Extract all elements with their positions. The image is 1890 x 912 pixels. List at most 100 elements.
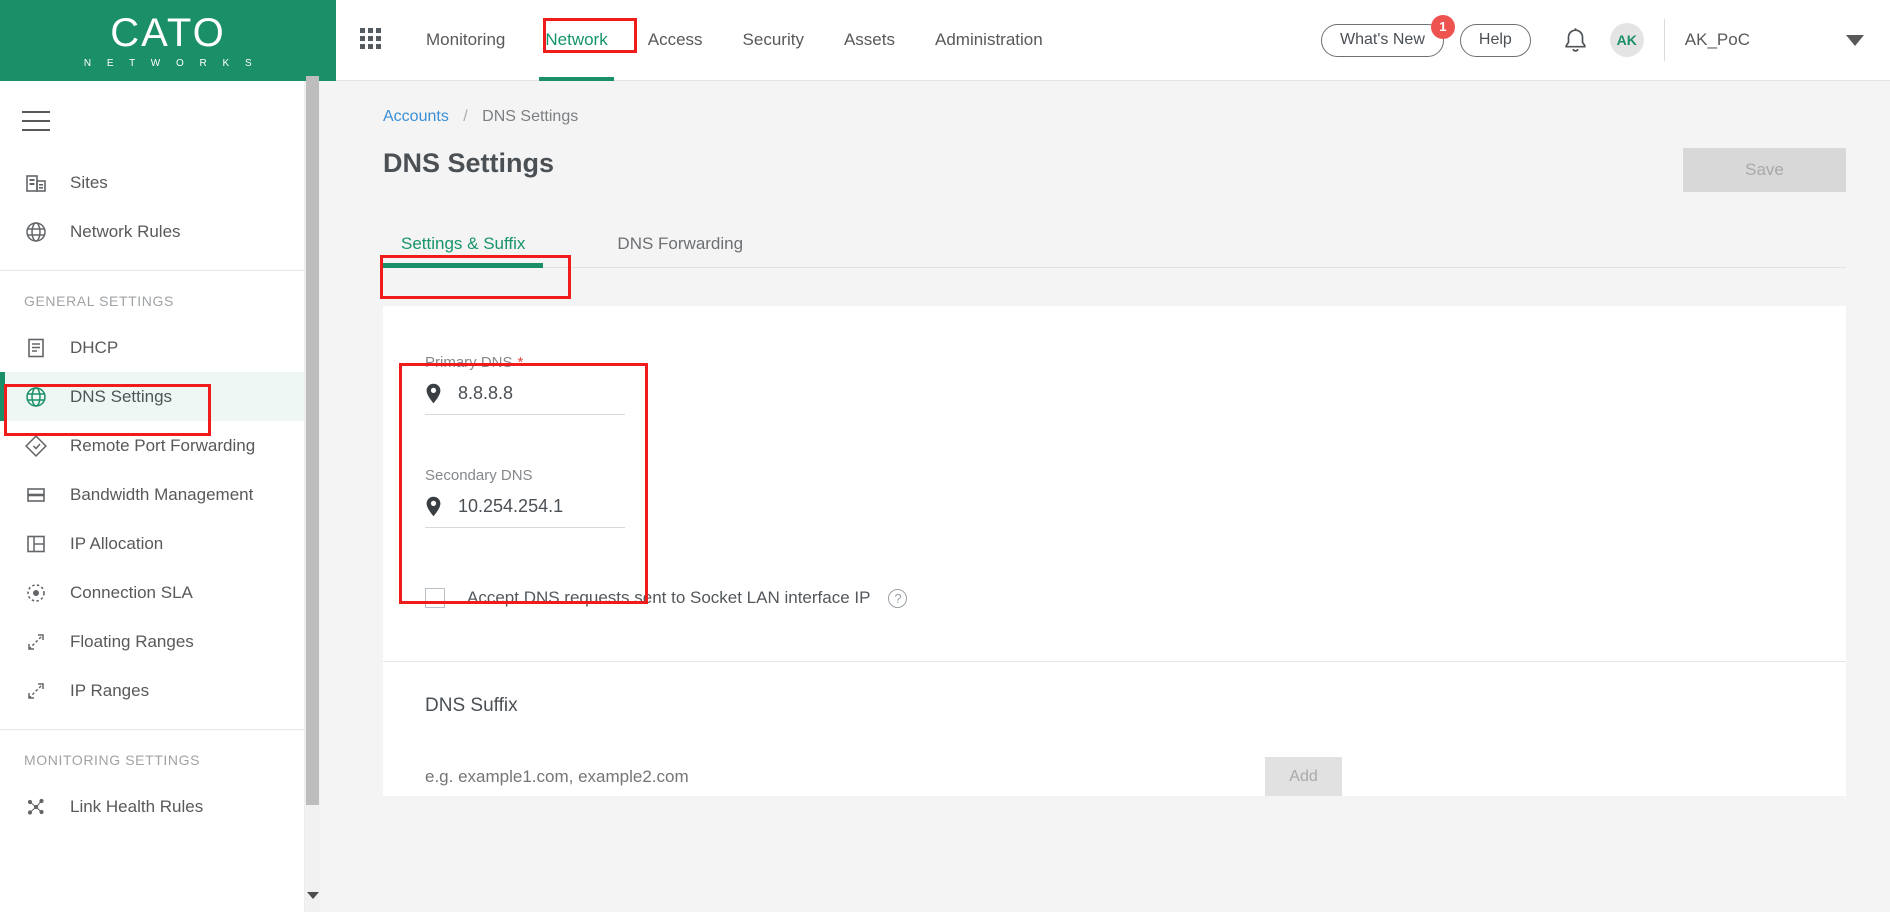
breadcrumb: Accounts / DNS Settings <box>321 81 1890 126</box>
accept-lan-dns-label: Accept DNS requests sent to Socket LAN i… <box>467 588 871 607</box>
location-pin-icon <box>425 496 442 517</box>
sidebar-item-ip-ranges[interactable]: IP Ranges <box>0 666 320 715</box>
primary-dns-field: Primary DNS * 8.8.8.8 Secondary DNS 10.2… <box>425 354 625 528</box>
building-icon <box>24 171 48 195</box>
sidebar-item-network-rules[interactable]: Network Rules <box>0 207 320 256</box>
tab-dns-forwarding[interactable]: DNS Forwarding <box>599 234 761 267</box>
grid-layout-icon <box>24 532 48 556</box>
sidebar-item-label: DNS Settings <box>70 386 173 406</box>
brand-name: CATO <box>110 10 226 55</box>
brand-logo[interactable]: CATO N E T W O R K S <box>0 0 336 81</box>
nav-label: Administration <box>934 30 1043 49</box>
tab-settings-and-suffix[interactable]: Settings & Suffix <box>383 234 544 268</box>
help-button[interactable]: Help <box>1459 23 1531 57</box>
sidebar-item-label: DHCP <box>70 337 119 357</box>
hamburger-icon[interactable] <box>0 81 320 158</box>
sidebar-scrollbar-thumb[interactable] <box>306 76 319 805</box>
avatar[interactable]: AK <box>1609 23 1644 57</box>
sidebar-item-label: Connection SLA <box>70 582 193 602</box>
required-marker: * <box>517 354 524 371</box>
dns-suffix-title: DNS Suffix <box>425 695 518 716</box>
sidebar-item-dns-settings[interactable]: DNS Settings <box>0 372 320 421</box>
dns-suffix-row: Add <box>425 757 1846 796</box>
expand-arrows-icon <box>24 630 48 654</box>
location-pin-icon <box>425 383 442 404</box>
dns-suffix-section: DNS Suffix Add <box>383 662 1846 796</box>
brand-tagline: N E T W O R K S <box>83 57 259 69</box>
tab-bar: Settings & Suffix DNS Forwarding <box>383 223 1846 268</box>
help-label: Help <box>1478 31 1512 48</box>
primary-dns-label: Primary DNS * <box>425 354 625 371</box>
nav-item-monitoring[interactable]: Monitoring <box>406 0 525 81</box>
sidebar-item-label: Remote Port Forwarding <box>70 435 256 455</box>
account-name[interactable]: AK_PoC <box>1685 30 1750 50</box>
sidebar-item-label: IP Ranges <box>70 680 150 700</box>
question-mark-icon[interactable]: ? <box>888 588 908 608</box>
sidebar-item-label: Bandwidth Management <box>70 484 254 504</box>
stacked-bars-icon <box>24 483 48 507</box>
diamond-icon <box>24 434 48 458</box>
add-suffix-button[interactable]: Add <box>1265 757 1342 796</box>
document-list-icon <box>24 336 48 360</box>
whats-new-badge: 1 <box>1430 14 1455 39</box>
globe-icon <box>24 220 48 244</box>
globe-icon <box>24 385 48 409</box>
whats-new-button[interactable]: What's New 1 <box>1321 14 1455 57</box>
page-header: DNS Settings Save <box>321 126 1890 192</box>
whats-new-label: What's New <box>1340 31 1425 48</box>
nav-label: Monitoring <box>426 30 506 49</box>
tab-label: Settings & Suffix <box>401 234 526 253</box>
primary-dns-input[interactable]: 8.8.8.8 <box>425 377 625 415</box>
top-navigation-bar: Monitoring Network Access Security Asset… <box>336 0 1890 81</box>
grid-apps-icon[interactable] <box>360 28 384 52</box>
bell-icon[interactable] <box>1563 27 1588 54</box>
nav-item-access[interactable]: Access <box>628 0 723 81</box>
nav-item-administration[interactable]: Administration <box>915 0 1063 81</box>
sidebar-item-sites[interactable]: Sites <box>0 158 320 207</box>
sidebar-item-label: Sites <box>70 172 108 192</box>
avatar-initials: AK <box>1616 32 1637 48</box>
sidebar: Sites Network Rules GENERAL SETTINGS DHC… <box>0 81 320 912</box>
dns-settings-card: Primary DNS * 8.8.8.8 Secondary DNS 10.2… <box>383 306 1846 796</box>
dns-fields-section: Primary DNS * 8.8.8.8 Secondary DNS 10.2… <box>383 306 1846 588</box>
nodes-icon <box>24 795 48 819</box>
sidebar-item-dhcp[interactable]: DHCP <box>0 323 320 372</box>
main-nav: Monitoring Network Access Security Asset… <box>406 0 1063 81</box>
sidebar-section-monitoring: MONITORING SETTINGS <box>24 752 201 768</box>
expand-arrows-icon <box>24 679 48 703</box>
sidebar-item-label: IP Allocation <box>70 533 164 553</box>
save-button[interactable]: Save <box>1683 148 1846 192</box>
secondary-dns-input[interactable]: 10.254.254.1 <box>425 490 625 528</box>
sidebar-item-bandwidth-management[interactable]: Bandwidth Management <box>0 470 320 519</box>
sidebar-item-link-health-rules[interactable]: Link Health Rules <box>0 782 320 831</box>
page-title: DNS Settings <box>383 148 555 178</box>
breadcrumb-separator: / <box>463 108 468 125</box>
topbar-divider <box>1663 19 1665 61</box>
sidebar-item-floating-ranges[interactable]: Floating Ranges <box>0 617 320 666</box>
primary-dns-label-text: Primary DNS <box>425 354 513 371</box>
sidebar-item-remote-port-forwarding[interactable]: Remote Port Forwarding <box>0 421 320 470</box>
sidebar-item-label: Network Rules <box>70 221 181 241</box>
breadcrumb-current: DNS Settings <box>482 108 579 125</box>
accept-lan-dns-checkbox[interactable] <box>425 588 445 608</box>
primary-dns-value: 8.8.8.8 <box>458 383 514 403</box>
breadcrumb-link-accounts[interactable]: Accounts <box>383 108 449 125</box>
sidebar-section-general: GENERAL SETTINGS <box>24 293 174 309</box>
nav-item-assets[interactable]: Assets <box>824 0 915 81</box>
sidebar-item-label: Floating Ranges <box>70 631 194 651</box>
nav-label: Network <box>545 30 608 49</box>
accept-lan-dns-row: Accept DNS requests sent to Socket LAN i… <box>383 588 1846 608</box>
chevron-down-icon[interactable] <box>1846 34 1864 46</box>
field-spacer <box>425 415 625 467</box>
nav-label: Security <box>742 30 804 49</box>
sidebar-item-ip-allocation[interactable]: IP Allocation <box>0 519 320 568</box>
nav-item-network[interactable]: Network <box>525 0 627 81</box>
tab-label: DNS Forwarding <box>617 234 744 253</box>
secondary-dns-label: Secondary DNS <box>425 467 533 484</box>
nav-label: Access <box>647 30 703 49</box>
sidebar-item-connection-sla[interactable]: Connection SLA <box>0 568 320 617</box>
secondary-dns-value: 10.254.254.1 <box>458 496 564 516</box>
dns-suffix-input[interactable] <box>425 766 1265 787</box>
sidebar-scroll-down-button[interactable] <box>306 889 319 902</box>
nav-item-security[interactable]: Security <box>723 0 824 81</box>
